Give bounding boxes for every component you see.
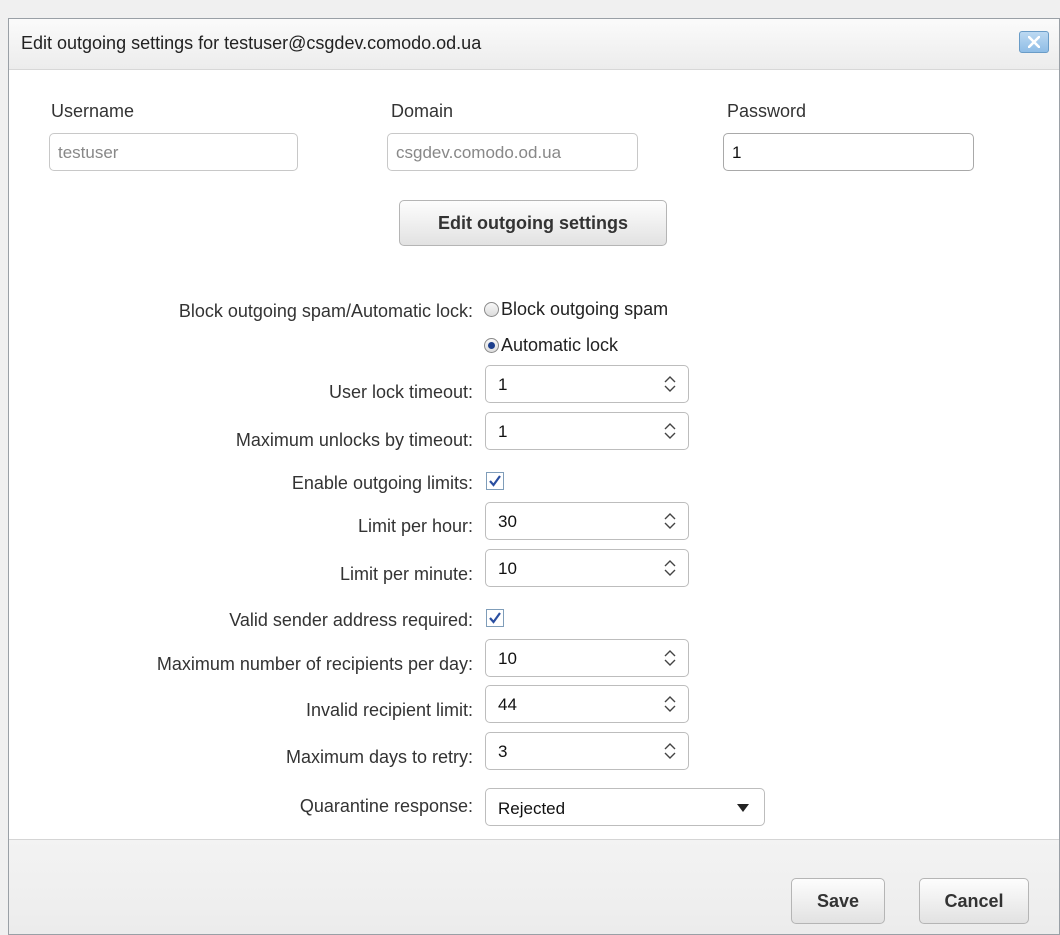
domain-label: Domain bbox=[391, 101, 454, 121]
spinner-arrows-icon[interactable] bbox=[662, 375, 678, 393]
username-label: Username bbox=[51, 101, 135, 121]
user-lock-timeout-spinner[interactable]: 1 bbox=[485, 365, 689, 403]
close-icon bbox=[1028, 36, 1040, 48]
radio-automatic-lock[interactable]: Automatic lock bbox=[484, 335, 618, 356]
spinner-arrows-icon[interactable] bbox=[662, 422, 678, 440]
checkmark-icon bbox=[489, 475, 501, 487]
block-lock-label: Block outgoing spam/Automatic lock: bbox=[178, 301, 473, 321]
radio-block-label: Block outgoing spam bbox=[501, 299, 669, 319]
user-lock-timeout-label: User lock timeout: bbox=[328, 382, 473, 402]
enable-limits-checkbox[interactable] bbox=[486, 472, 504, 490]
edit-outgoing-settings-dialog: Edit outgoing settings for testuser@csgd… bbox=[8, 18, 1060, 935]
invalid-recipient-spinner[interactable]: 44 bbox=[485, 685, 689, 723]
limit-per-minute-value: 10 bbox=[498, 559, 517, 578]
dialog-titlebar: Edit outgoing settings for testuser@csgd… bbox=[9, 19, 1059, 70]
limit-per-hour-spinner[interactable]: 30 bbox=[485, 502, 689, 540]
spinner-arrows-icon[interactable] bbox=[662, 512, 678, 530]
spinner-arrows-icon[interactable] bbox=[662, 559, 678, 577]
save-button[interactable]: Save bbox=[791, 878, 885, 924]
dialog-footer: Save Cancel bbox=[9, 839, 1059, 934]
spinner-arrows-icon[interactable] bbox=[662, 695, 678, 713]
max-days-retry-label: Maximum days to retry: bbox=[285, 747, 473, 767]
edit-outgoing-settings-button[interactable]: Edit outgoing settings bbox=[399, 200, 667, 246]
radio-button[interactable] bbox=[484, 302, 499, 317]
quarantine-label: Quarantine response: bbox=[299, 796, 473, 816]
checkmark-icon bbox=[489, 612, 501, 624]
enable-limits-label: Enable outgoing limits: bbox=[291, 473, 473, 493]
cancel-button[interactable]: Cancel bbox=[919, 878, 1029, 924]
radio-auto-label: Automatic lock bbox=[501, 335, 619, 355]
close-button[interactable] bbox=[1019, 31, 1049, 53]
spinner-arrows-icon[interactable] bbox=[662, 649, 678, 667]
domain-field[interactable]: csgdev.comodo.od.ua bbox=[387, 133, 638, 171]
invalid-recipient-label: Invalid recipient limit: bbox=[305, 700, 473, 720]
limit-per-hour-value: 30 bbox=[498, 512, 517, 531]
max-recipients-value: 10 bbox=[498, 649, 517, 668]
radio-block-outgoing-spam[interactable]: Block outgoing spam bbox=[484, 299, 668, 320]
username-field[interactable]: testuser bbox=[49, 133, 298, 171]
limit-per-minute-label: Limit per minute: bbox=[339, 564, 473, 584]
limit-per-minute-spinner[interactable]: 10 bbox=[485, 549, 689, 587]
user-lock-timeout-value: 1 bbox=[498, 375, 508, 394]
quarantine-select[interactable]: Rejected bbox=[485, 788, 765, 826]
password-field[interactable]: 1 bbox=[723, 133, 974, 171]
spinner-arrows-icon[interactable] bbox=[662, 742, 678, 760]
max-unlocks-label: Maximum unlocks by timeout: bbox=[235, 430, 473, 450]
password-label: Password bbox=[727, 101, 807, 121]
quarantine-value: Rejected bbox=[498, 799, 566, 818]
invalid-recipient-value: 44 bbox=[498, 695, 517, 714]
max-days-retry-value: 3 bbox=[498, 742, 508, 761]
radio-button-selected[interactable] bbox=[484, 338, 499, 353]
max-days-retry-spinner[interactable]: 3 bbox=[485, 732, 689, 770]
limit-per-hour-label: Limit per hour: bbox=[357, 516, 473, 536]
dialog-title: Edit outgoing settings for testuser@csgd… bbox=[21, 33, 482, 53]
max-recipients-label: Maximum number of recipients per day: bbox=[156, 654, 473, 674]
valid-sender-label: Valid sender address required: bbox=[229, 610, 473, 630]
valid-sender-checkbox[interactable] bbox=[486, 609, 504, 627]
max-unlocks-value: 1 bbox=[498, 422, 508, 441]
max-unlocks-spinner[interactable]: 1 bbox=[485, 412, 689, 450]
dropdown-arrow-icon bbox=[737, 804, 749, 812]
max-recipients-spinner[interactable]: 10 bbox=[485, 639, 689, 677]
